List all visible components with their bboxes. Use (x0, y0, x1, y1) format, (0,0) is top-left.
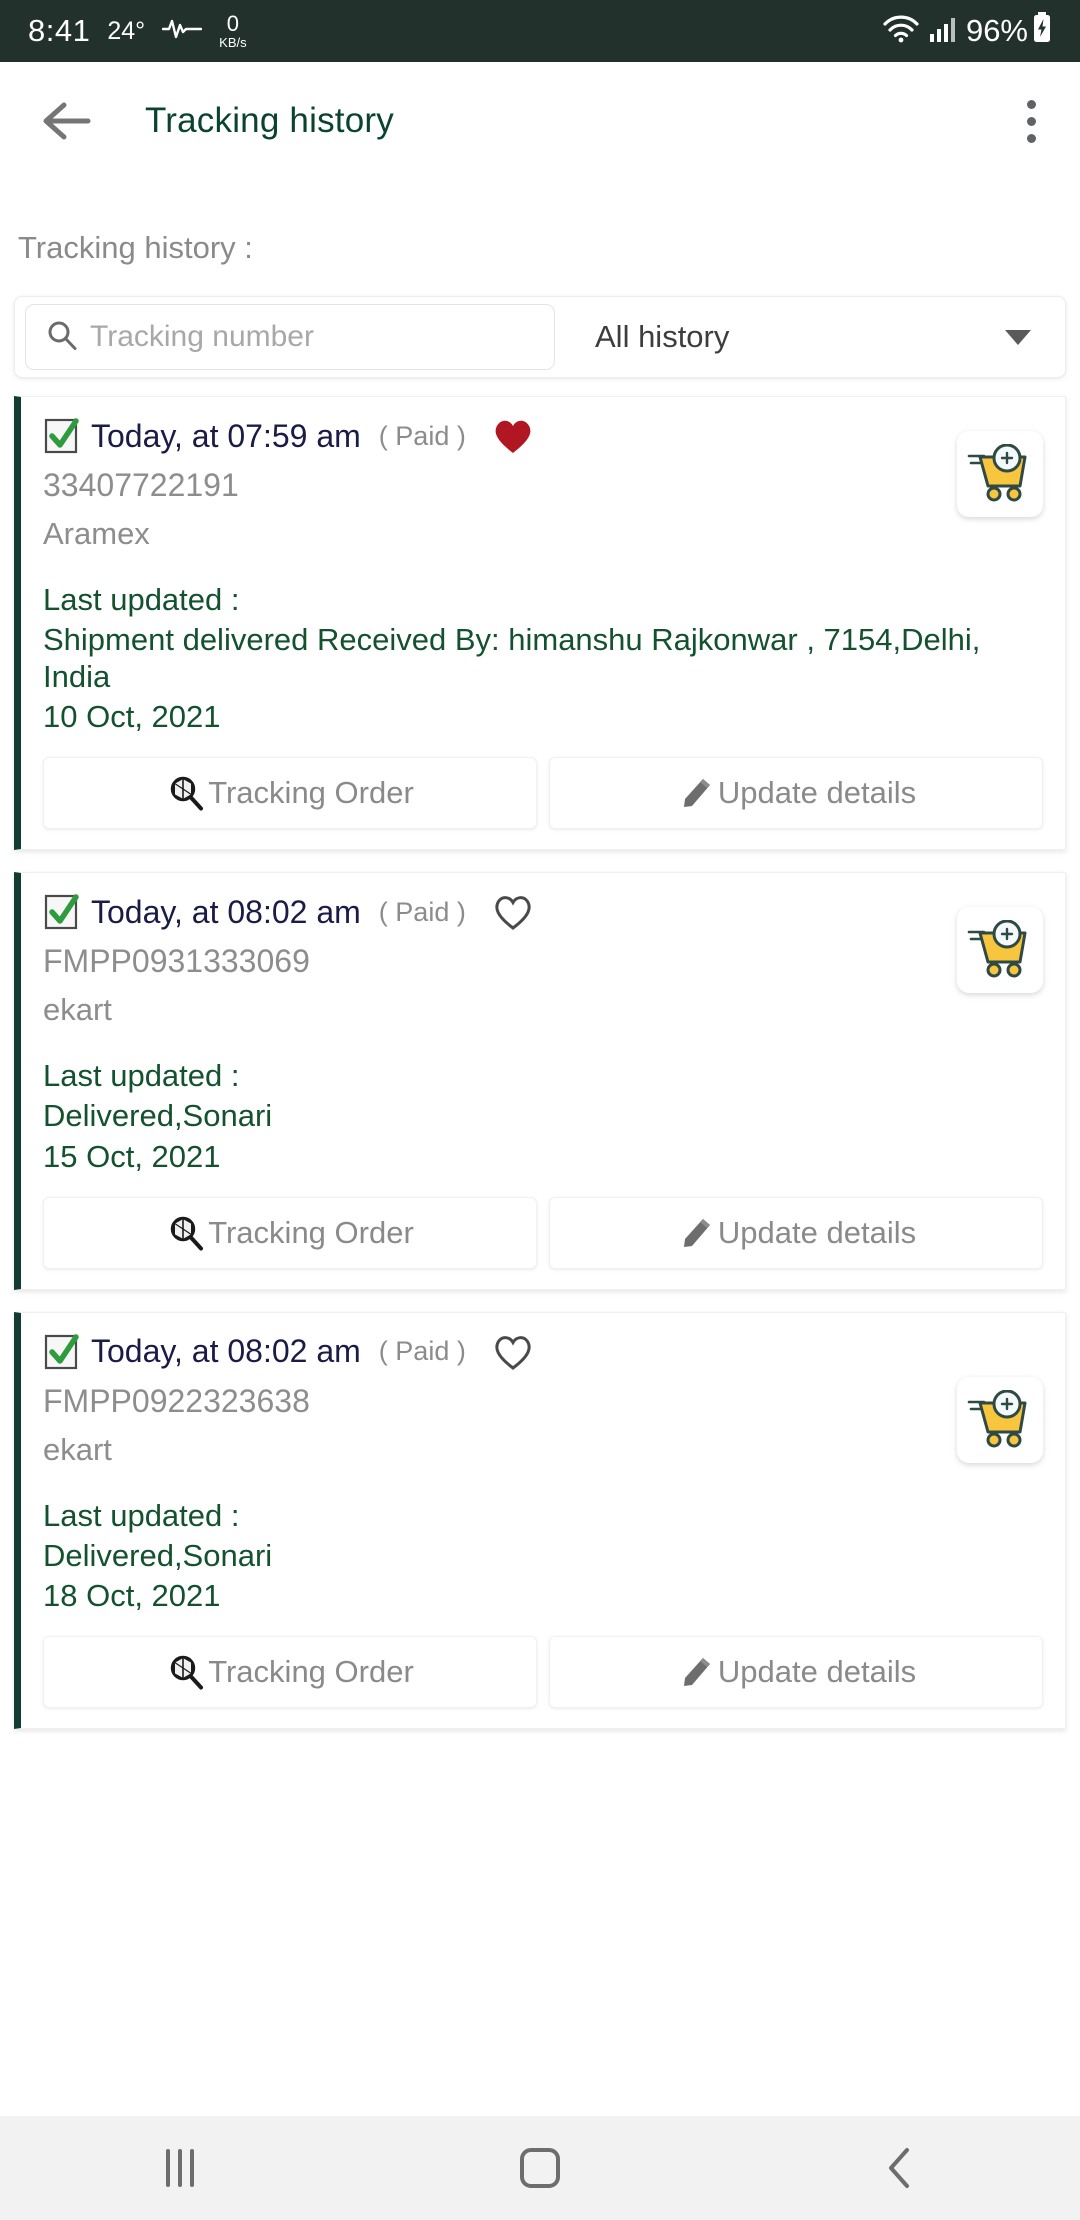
card-tracking-number: FMPP0931333069 (43, 943, 310, 980)
package-search-icon (166, 1213, 206, 1253)
tracking-card[interactable]: Today, at 08:02 am ( Paid ) FMPP09313330… (14, 872, 1066, 1290)
app-bar: Tracking history (0, 62, 1080, 180)
update-details-button[interactable]: Update details (549, 1196, 1043, 1269)
filter-row: All history (14, 296, 1066, 378)
update-details-label: Update details (717, 775, 917, 811)
card-tracking-number: FMPP0922323638 (43, 1382, 310, 1419)
tracking-card[interactable]: Today, at 08:02 am ( Paid ) FMPP09223236… (14, 1311, 1066, 1730)
card-tracking-number: 33407722191 (43, 467, 239, 503)
shopping-cart-icon (967, 1389, 1027, 1448)
history-filter-dropdown[interactable]: All history (555, 297, 1065, 377)
search-input[interactable] (90, 320, 534, 354)
chevron-down-icon (1005, 329, 1031, 345)
phone-screen: 8:41 24° 0 KB/s 96% Tracking history Tra… (0, 0, 1080, 2220)
checkbox-checked-icon (43, 417, 81, 455)
card-actions: Tracking Order Update details (43, 1196, 1043, 1269)
history-filter-value: All history (595, 319, 730, 354)
card-actions: Tracking Order Update details (43, 1636, 1043, 1709)
card-time: Today, at 08:02 am (91, 1333, 361, 1370)
tracking-order-button[interactable]: Tracking Order (43, 1636, 537, 1709)
recents-icon[interactable] (120, 2116, 240, 2220)
tracking-order-label: Tracking Order (208, 1214, 414, 1250)
checkbox-checked-icon (43, 1333, 81, 1371)
update-details-button[interactable]: Update details (549, 757, 1043, 830)
tracking-order-button[interactable]: Tracking Order (43, 757, 537, 830)
shopping-cart-thumbnail[interactable] (957, 431, 1043, 517)
card-paid-badge: ( Paid ) (378, 420, 466, 451)
shopping-cart-thumbnail[interactable] (957, 907, 1043, 994)
status-bar: 8:41 24° 0 KB/s 96% (0, 0, 1080, 62)
tracking-order-label: Tracking Order (208, 1654, 414, 1690)
card-date: 10 Oct, 2021 (43, 699, 221, 735)
checkbox-checked-icon (43, 893, 81, 931)
network-rate-value: 0 (226, 11, 240, 36)
update-details-button[interactable]: Update details (549, 1636, 1043, 1709)
network-rate-unit: KB/s (219, 35, 247, 50)
tracking-order-label: Tracking Order (208, 775, 414, 811)
status-time: 8:41 (28, 13, 91, 48)
pencil-icon (676, 773, 716, 813)
pencil-icon (676, 1652, 716, 1692)
card-paid-badge: ( Paid ) (378, 1336, 466, 1367)
cellular-signal-icon (929, 15, 957, 48)
card-last-updated-label: Last updated : (43, 582, 240, 617)
status-bar-left: 8:41 24° 0 KB/s (28, 11, 247, 50)
card-carrier: Aramex (43, 516, 150, 551)
update-details-label: Update details (717, 1654, 917, 1690)
wifi-icon (882, 14, 920, 49)
package-search-icon (166, 1652, 206, 1692)
shopping-cart-icon (967, 444, 1027, 502)
battery-charging-icon (1032, 11, 1052, 51)
card-paid-badge: ( Paid ) (378, 896, 466, 927)
card-header: Today, at 08:02 am ( Paid ) (43, 893, 1043, 931)
home-icon[interactable] (480, 2116, 600, 2220)
card-header: Today, at 07:59 am ( Paid ) (43, 417, 1043, 455)
search-icon (46, 319, 78, 356)
shopping-cart-icon (967, 920, 1027, 978)
card-last-updated-label: Last updated : (43, 1058, 240, 1094)
card-header: Today, at 08:02 am ( Paid ) (43, 1333, 1043, 1371)
card-date: 18 Oct, 2021 (43, 1578, 221, 1614)
page-title: Tracking history (145, 101, 394, 140)
card-time: Today, at 08:02 am (91, 893, 361, 930)
card-status: Delivered,Sonari (43, 1098, 273, 1134)
search-box[interactable] (25, 304, 555, 370)
network-activity-icon (161, 16, 203, 47)
shopping-cart-thumbnail[interactable] (957, 1376, 1043, 1463)
card-status: Delivered,Sonari (43, 1537, 273, 1573)
heart-filled-icon[interactable] (492, 417, 534, 455)
tracking-history-list[interactable]: Today, at 07:59 am ( Paid ) 33407722191 … (0, 378, 1080, 2116)
update-details-label: Update details (717, 1214, 917, 1250)
status-temperature: 24° (107, 16, 146, 45)
heart-outline-icon[interactable] (492, 893, 534, 931)
status-bar-right: 96% (882, 11, 1052, 51)
tracking-card[interactable]: Today, at 07:59 am ( Paid ) 33407722191 … (14, 396, 1066, 851)
package-search-icon (166, 773, 206, 813)
section-label: Tracking history : (18, 230, 253, 265)
card-last-updated-label: Last updated : (43, 1497, 240, 1533)
card-actions: Tracking Order Update details (43, 757, 1043, 830)
back-arrow-icon[interactable] (34, 89, 98, 153)
battery-status: 96% (966, 11, 1052, 51)
pencil-icon (676, 1213, 716, 1253)
android-nav-bar (0, 2116, 1080, 2220)
back-icon[interactable] (840, 2116, 960, 2220)
card-status: Shipment delivered Received By: himanshu… (43, 622, 981, 694)
overflow-menu-icon[interactable] (1017, 90, 1046, 153)
card-time: Today, at 07:59 am (91, 417, 361, 454)
card-carrier: ekart (43, 992, 112, 1028)
card-carrier: ekart (43, 1431, 112, 1467)
tracking-order-button[interactable]: Tracking Order (43, 1196, 537, 1269)
heart-outline-icon[interactable] (492, 1333, 534, 1371)
card-date: 15 Oct, 2021 (43, 1138, 221, 1174)
battery-percent: 96% (965, 13, 1028, 48)
network-rate: 0 KB/s (219, 11, 247, 50)
